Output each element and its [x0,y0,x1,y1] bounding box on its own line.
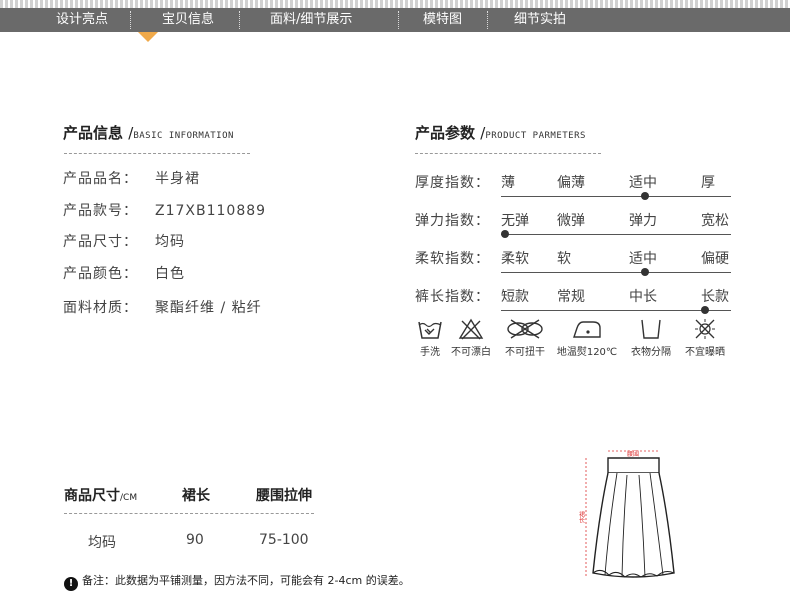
param-scale-line [501,272,731,273]
length-label: 裙长 [578,510,585,524]
param-scale-line [501,196,731,197]
info-row-material: 面料材质： 聚酯纤维 / 粘纤 [63,300,262,316]
care-no-wring: 不可扭干 [501,318,549,358]
param-option: 中长 [629,289,657,305]
param-option: 厚 [701,175,715,191]
note: ! 备注：此数据为平铺测量，因方法不同，可能会有 2-4cm 的误差。 [64,572,410,591]
param-label: 柔软指数： [415,251,490,267]
nav-bar: 设计亮点 宝贝信息 面料/细节展示 模特图 细节实拍 [0,8,790,32]
nav-item-model[interactable]: 模特图 [423,8,462,32]
nav-item-fabric[interactable]: 面料/细节展示 [270,8,352,32]
param-scale-line [501,310,731,311]
param-selected-dot [641,192,649,200]
decorative-border [0,0,790,8]
separate-wash-icon [641,319,661,339]
divider [64,513,314,514]
param-row: 厚度指数： 薄 偏薄 适中 厚 [415,172,731,202]
care-no-bleach: 不可漂白 [447,318,495,358]
waist-label: 腰围 [627,451,639,458]
hand-wash-icon [418,321,442,339]
care-no-sun: 不宜曝晒 [681,318,729,358]
param-option: 适中 [629,175,657,191]
care-low-iron: 地温熨120℃ [556,318,618,358]
table-cell: 均码 [88,535,116,551]
param-option: 微弹 [557,213,585,229]
param-option: 宽松 [701,213,729,229]
info-row-name: 产品品名： 半身裙 [63,171,200,187]
active-marker-icon [138,32,158,42]
param-option: 偏薄 [557,175,585,191]
param-row: 弹力指数： 无弹 微弹 弹力 宽松 [415,210,731,240]
exclamation-icon: ! [64,577,78,591]
divider [64,153,250,154]
nav-divider [239,11,240,29]
divider [415,153,601,154]
product-info-title: 产品信息 /BASIC INFORMATION [63,124,234,142]
param-option: 偏硬 [701,251,729,267]
param-option: 柔软 [501,251,529,267]
size-table-header-size: 商品尺寸/CM [64,488,138,504]
care-hand-wash: 手洗 [416,318,444,358]
param-selected-dot [701,306,709,314]
param-label: 厚度指数： [415,175,490,191]
size-table-header-length: 裙长 [182,488,210,504]
no-wring-icon [507,319,543,339]
nav-item-design[interactable]: 设计亮点 [56,8,108,32]
nav-divider [487,11,488,29]
nav-item-detail[interactable]: 细节实拍 [514,8,566,32]
nav-item-product-info[interactable]: 宝贝信息 [162,8,214,32]
param-scale-line [501,234,731,235]
nav-divider [398,11,399,29]
care-separate: 衣物分隔 [627,318,675,358]
info-row-color: 产品颜色： 白色 [63,266,185,282]
param-selected-dot [641,268,649,276]
size-table-header-waist: 腰围拉伸 [256,488,312,504]
param-option: 弹力 [629,213,657,229]
param-label: 裤长指数： [415,289,490,305]
param-label: 弹力指数： [415,213,490,229]
product-params-title: 产品参数 /PRODUCT PARMETERS [415,124,586,142]
param-option: 软 [557,251,571,267]
nav-divider [130,11,131,29]
param-option: 短款 [501,289,529,305]
param-option: 无弹 [501,213,529,229]
table-cell: 90 [186,532,204,548]
param-option: 长款 [701,289,729,305]
skirt-diagram: 腰围 裙长 [578,450,675,578]
param-row: 柔软指数： 柔软 软 适中 偏硬 [415,248,731,278]
param-selected-dot [501,230,509,238]
no-sun-dry-icon [695,319,715,339]
param-option: 薄 [501,175,515,191]
info-row-style: 产品款号： Z17XB110889 [63,203,267,219]
info-row-size: 产品尺寸： 均码 [63,234,185,250]
param-option: 常规 [557,289,585,305]
low-iron-icon [573,321,601,338]
no-bleach-icon [458,318,484,340]
table-cell: 75-100 [259,532,309,548]
param-row: 裤长指数： 短款 常规 中长 长款 [415,286,731,316]
param-option: 适中 [629,251,657,267]
